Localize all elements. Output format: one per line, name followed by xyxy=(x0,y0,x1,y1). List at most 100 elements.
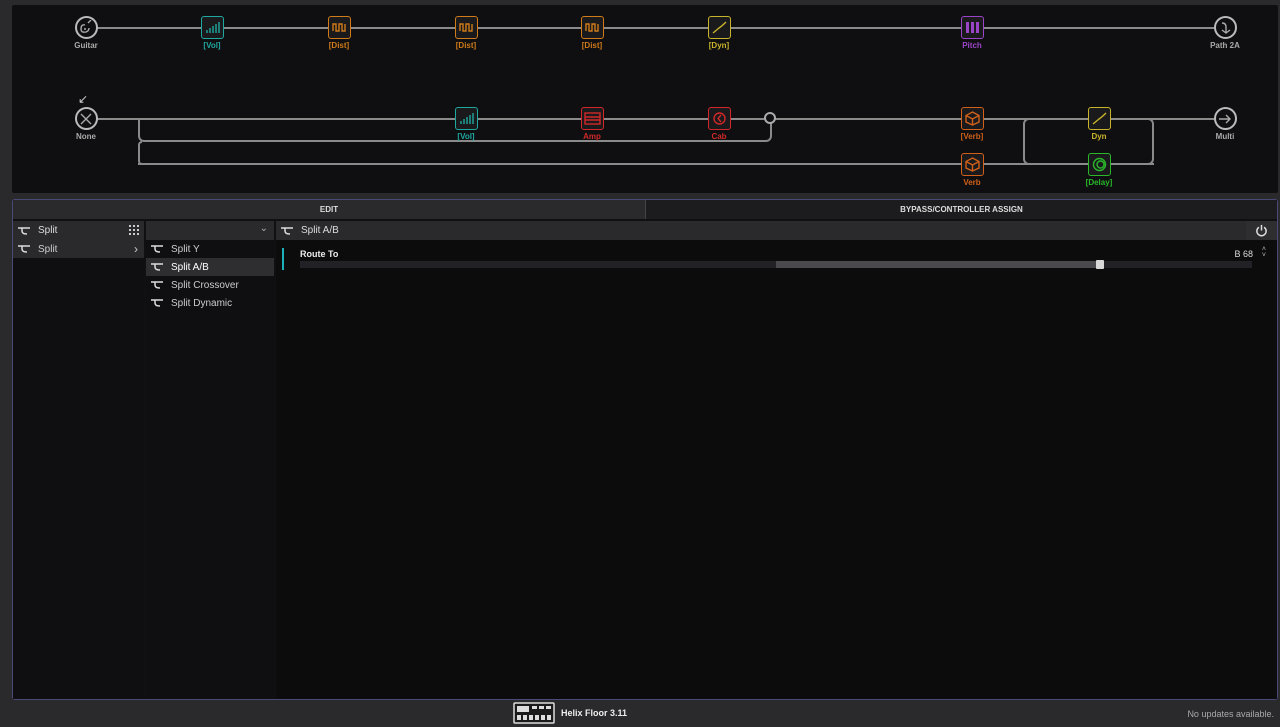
route-to-slider-fill xyxy=(776,261,1100,268)
delay-circle-icon xyxy=(1087,153,1111,176)
signal-block[interactable]: Cab xyxy=(689,107,749,141)
route-to-stepper[interactable]: ˄ ˅ xyxy=(1262,246,1266,259)
signal-block-label: Path 2A xyxy=(1210,41,1240,50)
grid-view-icon[interactable] xyxy=(129,225,139,235)
signal-block-label: Pitch xyxy=(962,41,982,50)
signal-block[interactable]: Multi xyxy=(1195,107,1255,141)
route-to-slider-thumb[interactable] xyxy=(1096,260,1104,269)
signal-block[interactable]: Verb xyxy=(942,153,1002,187)
signal-block-label: Guitar xyxy=(74,41,98,50)
signal-block[interactable]: Amp xyxy=(562,107,622,141)
parameters-header: Split A/B xyxy=(276,221,1277,240)
split-icon xyxy=(18,245,30,253)
signal-block-label: Dyn xyxy=(1091,132,1107,141)
editor-panel: EDIT BYPASS/CONTROLLER ASSIGN Split Spli… xyxy=(12,199,1278,700)
signal-block[interactable]: [Dyn] xyxy=(689,16,749,50)
model-item-label: Split Y xyxy=(171,243,200,255)
model-item-label: Split Crossover xyxy=(171,279,239,291)
signal-block[interactable]: Path 2A xyxy=(1195,16,1255,50)
signal-block-label: Verb xyxy=(963,178,981,187)
signal-block-label: [Dyn] xyxy=(708,41,730,50)
dynamics-curve-icon xyxy=(707,16,731,39)
status-bar xyxy=(0,700,1280,727)
route-to-label: Route To xyxy=(300,249,339,259)
split-node[interactable] xyxy=(764,112,776,124)
signal-block[interactable]: [Dist] xyxy=(562,16,622,50)
device-name: Helix Floor 3.11 xyxy=(561,708,628,718)
split-icon xyxy=(151,299,163,307)
signal-block-label: Amp xyxy=(583,132,601,141)
signal-block-label: [Dist] xyxy=(455,41,477,50)
tab-edit[interactable]: EDIT xyxy=(13,200,645,219)
parameter-focus-indicator xyxy=(282,248,284,270)
model-item-split-crossover[interactable]: Split Crossover xyxy=(146,276,274,294)
split-icon xyxy=(151,245,163,253)
parameters-title: Split A/B xyxy=(301,225,339,236)
distortion-wave-icon xyxy=(580,16,604,39)
reverb-cube-icon xyxy=(960,107,984,130)
helix-device-icon xyxy=(513,702,555,724)
signal-block[interactable]: [Vol] xyxy=(436,107,496,141)
category-column: Split Split › xyxy=(13,221,144,699)
model-item-split-y[interactable]: Split Y xyxy=(146,240,274,258)
signal-block[interactable]: Guitar xyxy=(56,16,116,50)
signal-block[interactable]: [Dist] xyxy=(309,16,369,50)
model-item-split-dynamic[interactable]: Split Dynamic xyxy=(146,294,274,312)
reverb-cube-icon xyxy=(960,153,984,176)
power-button[interactable] xyxy=(1246,221,1277,240)
split-icon xyxy=(151,263,163,271)
signal-block[interactable]: Dyn xyxy=(1069,107,1129,141)
model-column: ⌄ Split Y Split A/B Split Crossover Spli… xyxy=(146,221,274,699)
path2b-left-join xyxy=(138,141,142,165)
dynamics-curve-icon xyxy=(1087,107,1111,130)
signal-block[interactable]: [Verb] xyxy=(942,107,1002,141)
signal-block-label: [Vol] xyxy=(203,41,221,50)
chevron-right-icon: › xyxy=(134,242,138,256)
guitar-input-icon xyxy=(74,16,98,39)
tab-bypass-controller-assign[interactable]: BYPASS/CONTROLLER ASSIGN xyxy=(645,200,1277,219)
signal-block-label: None xyxy=(76,132,96,141)
parameters-column: Split A/B Route To B 68 ˄ ˅ xyxy=(276,221,1277,699)
pitch-keys-icon xyxy=(960,16,984,39)
editor-tabs: EDIT BYPASS/CONTROLLER ASSIGN xyxy=(13,200,1277,219)
signal-block[interactable]: [Dist] xyxy=(436,16,496,50)
helix-app: Guitar [Vol] [Dist] [Dist] [Dist] [Dyn] Pitch P… xyxy=(0,0,1280,727)
signal-block-label: [Vol] xyxy=(457,132,475,141)
split-icon xyxy=(18,226,30,235)
signal-block[interactable]: [Vol] xyxy=(182,16,242,50)
category-header[interactable]: Split xyxy=(13,221,144,240)
category-item-label: Split xyxy=(38,243,58,255)
category-item-split[interactable]: Split › xyxy=(13,240,144,258)
amp-icon xyxy=(580,107,604,130)
signal-block-label: Cab xyxy=(711,132,727,141)
chevron-down-icon: ⌄ xyxy=(259,223,268,234)
signal-block-label: [Dist] xyxy=(581,41,603,50)
input-arrow-icon: ↙ xyxy=(78,92,89,106)
signal-block[interactable]: Pitch xyxy=(942,16,1002,50)
signal-block-label: Multi xyxy=(1215,132,1235,141)
model-item-label: Split A/B xyxy=(171,261,209,273)
signal-block-label: [Verb] xyxy=(960,132,984,141)
signal-block-label: [Dist] xyxy=(328,41,350,50)
multi-output-icon xyxy=(1213,107,1237,130)
distortion-wave-icon xyxy=(327,16,351,39)
split-icon xyxy=(281,226,293,235)
model-item-split-ab[interactable]: Split A/B xyxy=(146,258,274,276)
model-dropdown[interactable]: ⌄ xyxy=(146,221,274,240)
power-icon xyxy=(1256,224,1267,237)
cab-speaker-icon xyxy=(707,107,731,130)
update-status: No updates available. xyxy=(1187,709,1274,719)
signal-block-label: [Delay] xyxy=(1085,178,1113,187)
volume-bars-icon xyxy=(454,107,478,130)
signal-block[interactable]: [Delay] xyxy=(1069,153,1129,187)
no-input-icon xyxy=(74,107,98,130)
signal-flow-panel: Guitar [Vol] [Dist] [Dist] [Dist] [Dyn] Pitch P… xyxy=(12,5,1278,193)
category-header-label: Split xyxy=(38,225,58,236)
route-to-slider[interactable] xyxy=(300,260,1252,269)
split-icon xyxy=(151,281,163,289)
route-to-value: B 68 xyxy=(1234,249,1253,259)
signal-block[interactable]: None xyxy=(56,107,116,141)
model-item-label: Split Dynamic xyxy=(171,297,233,309)
volume-bars-icon xyxy=(200,16,224,39)
path1-wire xyxy=(86,27,1214,29)
